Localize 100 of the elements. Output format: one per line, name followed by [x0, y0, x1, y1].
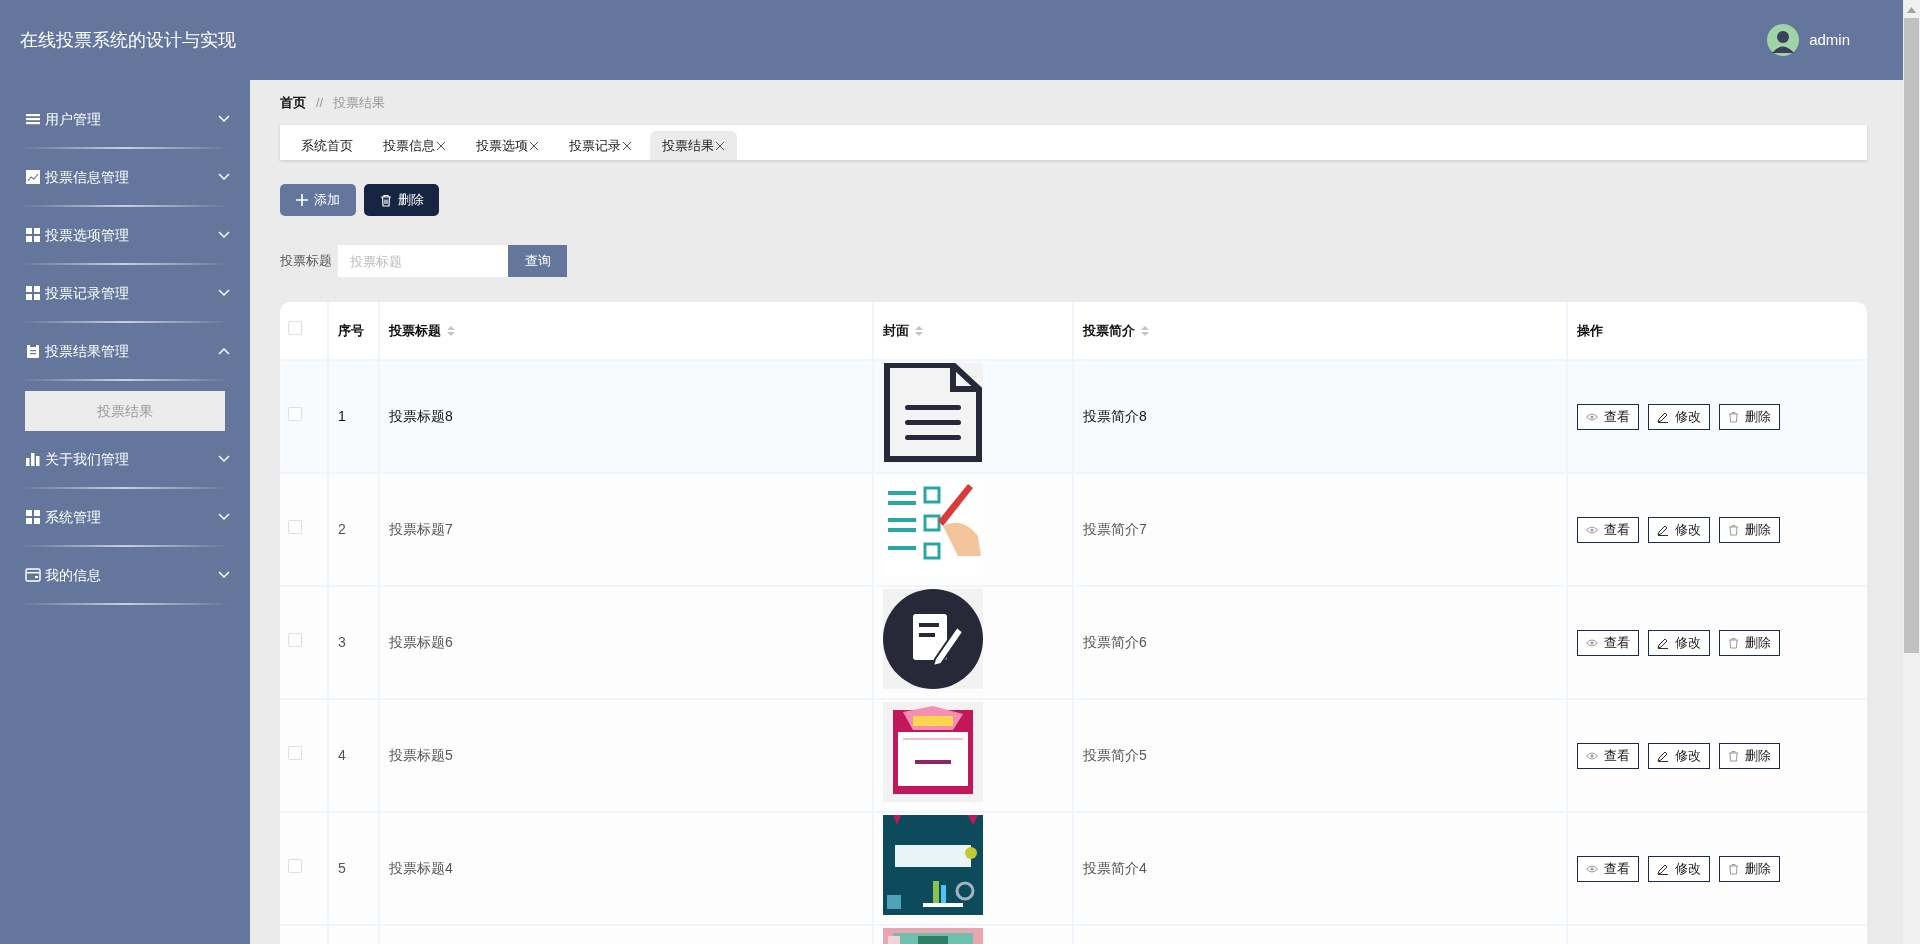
pencil-icon: [1657, 636, 1669, 649]
delete-button[interactable]: 删除: [1719, 855, 1780, 882]
grid-icon: [25, 509, 41, 525]
table-cell: 2: [338, 521, 346, 537]
app-title: 在线投票系统的设计与实现: [20, 28, 236, 52]
edit-button[interactable]: 修改: [1648, 516, 1710, 543]
edit-button[interactable]: 修改: [1648, 855, 1710, 882]
table-cell: 投票标题8: [389, 408, 453, 424]
avatar[interactable]: [1767, 24, 1800, 56]
column-header[interactable]: 投票简介: [1083, 320, 1135, 341]
delete-button[interactable]: 删除: [1719, 403, 1780, 430]
sidebar-item[interactable]: 投票选项管理: [0, 207, 250, 263]
breadcrumb-current: 投票结果: [333, 94, 386, 113]
checkbox[interactable]: [288, 321, 302, 335]
grid-icon: [25, 227, 41, 243]
close-icon[interactable]: [715, 140, 725, 151]
plus-icon: [296, 194, 308, 206]
column-header: 操作: [1577, 321, 1603, 340]
clipboard-icon: [25, 343, 41, 359]
eye-icon: [1586, 751, 1598, 760]
table-cell: 投票标题4: [389, 860, 453, 876]
search-button[interactable]: 查询: [508, 245, 567, 277]
eye-icon: [1586, 638, 1598, 647]
view-button[interactable]: 查看: [1577, 629, 1639, 656]
table-row[interactable]: 1 投票标题8 投票简介8 查看 修改 删除: [280, 360, 1867, 473]
checkbox[interactable]: [288, 520, 302, 534]
table-cell: 5: [338, 860, 346, 876]
table-row[interactable]: 5 投票标题4 投票简介4 查看 修改 删除: [280, 812, 1867, 925]
table-cell: 3: [338, 634, 346, 650]
tab[interactable]: 投票结果: [650, 131, 737, 160]
sidebar-item[interactable]: 系统管理: [0, 489, 250, 545]
scrollbar[interactable]: [1903, 0, 1920, 944]
search-field[interactable]: 投票标题: [338, 245, 508, 277]
edit-button[interactable]: 修改: [1648, 742, 1710, 769]
edit-button[interactable]: 修改: [1648, 629, 1710, 656]
sidebar-item[interactable]: 投票记录管理: [0, 265, 250, 321]
view-button[interactable]: 查看: [1577, 403, 1639, 430]
table-row[interactable]: 4 投票标题5 投票简介5 查看 修改 删除: [280, 699, 1867, 812]
sort-icon[interactable]: [915, 324, 923, 337]
trash-icon: [379, 193, 392, 207]
table-row[interactable]: 2 投票标题7 投票简介7 查看 修改 删除: [280, 473, 1867, 586]
chart-icon: [25, 169, 41, 185]
pencil-icon: [1657, 523, 1669, 536]
checkbox[interactable]: [288, 859, 302, 873]
pencil-icon: [1657, 749, 1669, 762]
breadcrumb-link[interactable]: 首页: [280, 93, 306, 113]
table-cell: 投票简介6: [1083, 634, 1147, 650]
column-header[interactable]: 封面: [883, 320, 909, 341]
sort-icon[interactable]: [447, 324, 455, 337]
delete-button[interactable]: 删除: [1719, 629, 1780, 656]
close-icon[interactable]: [436, 140, 446, 151]
search-label: 投票标题: [280, 252, 332, 271]
sidebar-item[interactable]: 用户管理: [0, 91, 250, 147]
list-icon: [25, 111, 41, 127]
table-cell: 投票标题5: [389, 747, 453, 763]
checkbox[interactable]: [288, 746, 302, 760]
sidebar-item[interactable]: 投票结果管理: [0, 323, 250, 379]
edit-button[interactable]: 修改: [1648, 403, 1710, 430]
bar-chart-icon: [25, 451, 41, 467]
pencil-icon: [1657, 862, 1669, 875]
table-cell: 投票简介7: [1083, 521, 1147, 537]
table-cell: 1: [338, 408, 346, 424]
column-header: 序号: [338, 321, 364, 340]
table-cell: 4: [338, 747, 346, 763]
close-icon[interactable]: [529, 140, 539, 151]
card-icon: [25, 567, 41, 583]
close-icon[interactable]: [622, 140, 632, 151]
trash-icon: [1728, 523, 1739, 536]
table-cell: 投票简介4: [1083, 860, 1147, 876]
table-cell: 投票标题6: [389, 634, 453, 650]
add-button[interactable]: 添加: [280, 184, 356, 216]
trash-icon: [1728, 862, 1739, 875]
sidebar-item[interactable]: 关于我们管理: [0, 431, 250, 487]
sidebar-item[interactable]: 我的信息: [0, 547, 250, 603]
trash-icon: [1728, 410, 1739, 423]
view-button[interactable]: 查看: [1577, 742, 1639, 769]
pencil-icon: [1657, 410, 1669, 423]
username[interactable]: admin: [1809, 28, 1850, 52]
delete-button[interactable]: 删除: [1719, 742, 1780, 769]
eye-icon: [1586, 525, 1598, 534]
delete-button[interactable]: 删除: [364, 184, 439, 216]
table-cell: 投票简介5: [1083, 747, 1147, 763]
sort-icon[interactable]: [1141, 324, 1149, 337]
table-cell: 投票标题7: [389, 521, 453, 537]
view-button[interactable]: 查看: [1577, 855, 1639, 882]
breadcrumb-separator: //: [316, 94, 324, 113]
eye-icon: [1586, 412, 1598, 421]
table-row[interactable]: 3 投票标题6 投票简介6 查看 修改 删除: [280, 586, 1867, 699]
checkbox[interactable]: [288, 633, 302, 647]
delete-button[interactable]: 删除: [1719, 516, 1780, 543]
scroll-up-icon[interactable]: [1907, 7, 1916, 13]
trash-icon: [1728, 636, 1739, 649]
sidebar-item[interactable]: 投票信息管理: [0, 149, 250, 205]
trash-icon: [1728, 749, 1739, 762]
eye-icon: [1586, 864, 1598, 873]
grid-icon: [25, 285, 41, 301]
checkbox[interactable]: [288, 407, 302, 421]
view-button[interactable]: 查看: [1577, 516, 1639, 543]
table-cell: 投票简介8: [1083, 408, 1147, 424]
column-header[interactable]: 投票标题: [389, 320, 441, 341]
